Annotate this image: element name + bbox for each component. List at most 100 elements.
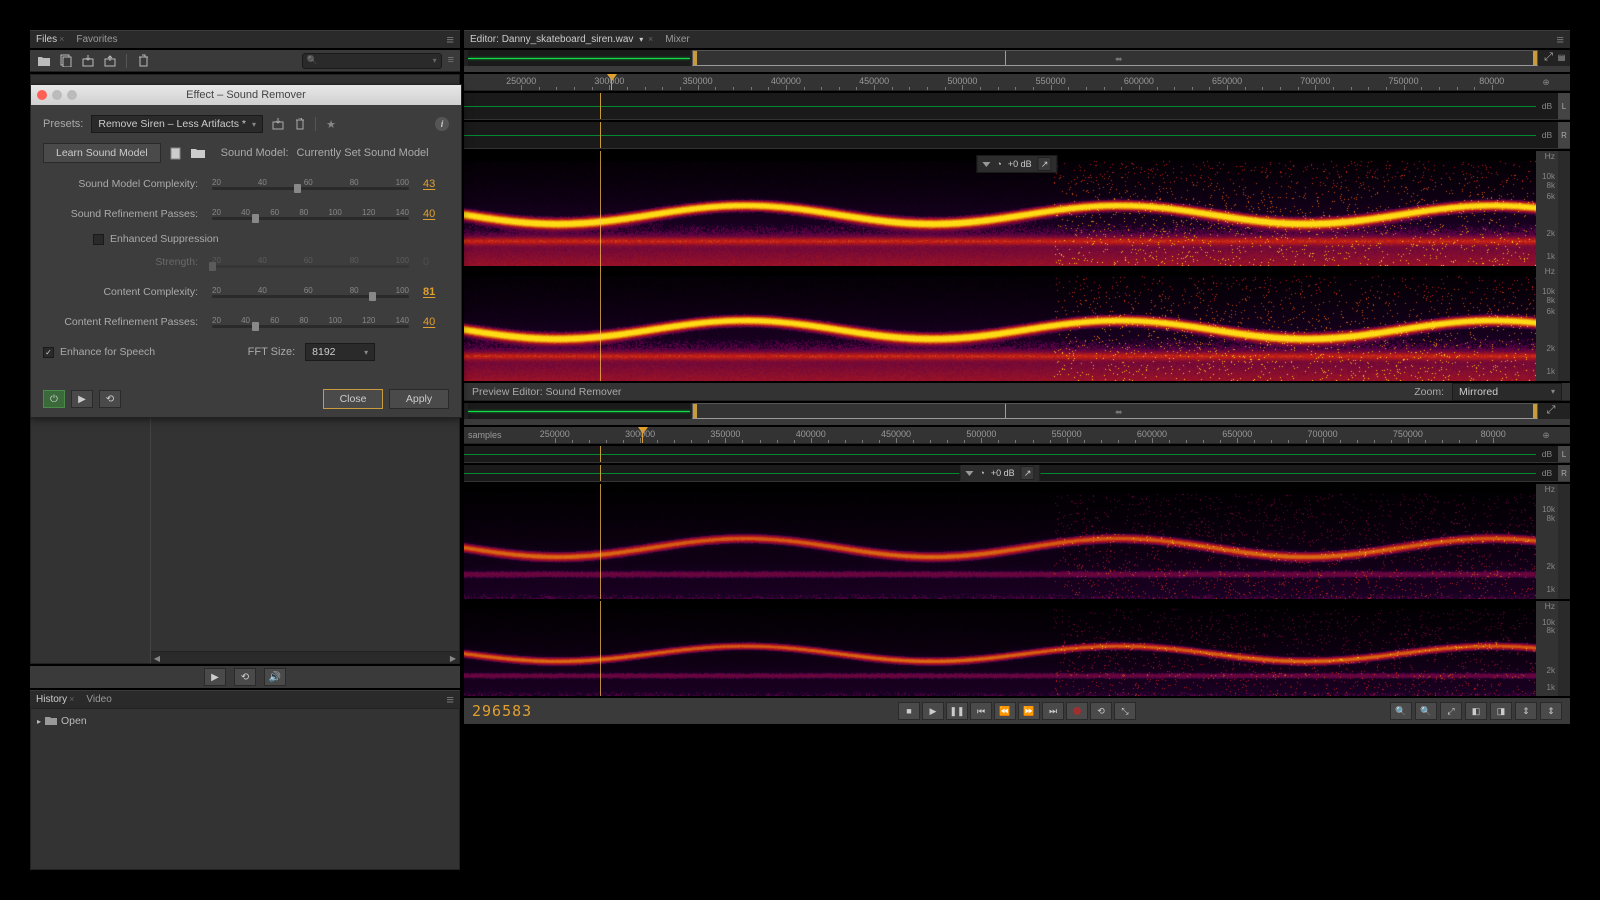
- filter-menu-icon[interactable]: ≡: [448, 54, 454, 67]
- editor-toolbar: ⬌ ⤢ ▤: [464, 50, 1570, 72]
- zoom-sel-icon[interactable]: ◧: [1465, 702, 1487, 720]
- enhanced-suppression-checkbox[interactable]: [93, 234, 104, 245]
- presets-select[interactable]: Remove Siren – Less Artifacts *▾: [91, 115, 263, 133]
- content-slider[interactable]: 20406080100: [208, 286, 413, 298]
- close-window-icon[interactable]: [37, 90, 47, 100]
- search-input[interactable]: ▾: [302, 53, 442, 69]
- open-icon: [45, 716, 57, 726]
- zoom-in-v-icon[interactable]: ⇕: [1515, 702, 1537, 720]
- overview-pre: [468, 403, 690, 419]
- spectrogram-right[interactable]: [464, 266, 1536, 381]
- preview-header: Preview Editor: Sound Remover Zoom: Mirr…: [464, 383, 1570, 401]
- dialog-titlebar[interactable]: Effect – Sound Remover: [31, 85, 461, 105]
- pause-button[interactable]: ❚❚: [946, 702, 968, 720]
- new-file-icon[interactable]: [58, 53, 74, 69]
- refine-slider[interactable]: 20406080100120140: [208, 208, 413, 220]
- tab-video[interactable]: Video: [86, 694, 111, 705]
- panel-menu-icon[interactable]: ≡: [446, 33, 454, 46]
- loop-preview-icon[interactable]: ⟲: [99, 390, 121, 408]
- tab-favorites[interactable]: Favorites: [76, 34, 117, 45]
- info-icon[interactable]: i: [435, 117, 449, 131]
- import-icon[interactable]: [80, 53, 96, 69]
- export-icon[interactable]: [102, 53, 118, 69]
- settings-icon[interactable]: ▤: [1557, 50, 1566, 64]
- hud-toggle-icon[interactable]: [965, 471, 973, 476]
- panel-menu-icon[interactable]: ≡: [446, 693, 454, 706]
- complexity-slider[interactable]: 20406080100: [208, 178, 413, 190]
- rewind-button[interactable]: ⏪: [994, 702, 1016, 720]
- spectrogram-preview-right[interactable]: [464, 601, 1536, 696]
- complexity-value[interactable]: 43: [423, 178, 449, 190]
- sound-remover-dialog: Effect – Sound Remover Presets: Remove S…: [30, 84, 462, 418]
- pin-icon[interactable]: ↗: [1038, 157, 1052, 171]
- ruler-unit-icon[interactable]: ⊕: [1534, 427, 1558, 443]
- zoom-out-v-icon[interactable]: ⇕: [1540, 702, 1562, 720]
- refine-value[interactable]: 40: [423, 208, 449, 220]
- amplitude-track-left: dB L: [464, 93, 1570, 120]
- record-button[interactable]: [1066, 702, 1088, 720]
- zoom-in-h-icon[interactable]: 🔍: [1390, 702, 1412, 720]
- zoom-select[interactable]: Mirrored▾: [1452, 383, 1562, 401]
- maximize-window-icon[interactable]: [67, 90, 77, 100]
- crefine-slider[interactable]: 20406080100120140: [208, 316, 413, 328]
- editor-ruler[interactable]: 2500003000003500004000004500005000005500…: [464, 74, 1570, 91]
- fft-label: FFT Size:: [165, 346, 295, 358]
- forward-button[interactable]: ⏩: [1018, 702, 1040, 720]
- preview-play-button[interactable]: ▶: [71, 390, 93, 408]
- tab-files[interactable]: Files×: [36, 34, 64, 45]
- minimize-window-icon[interactable]: [52, 90, 62, 100]
- play-shortcut-icon[interactable]: ▶: [204, 668, 226, 686]
- zoom-fit-icon[interactable]: ⤢: [1544, 403, 1558, 417]
- zoom-out-h-icon[interactable]: 🔍: [1415, 702, 1437, 720]
- open-folder-icon[interactable]: [36, 53, 52, 69]
- favorite-icon[interactable]: ★: [324, 117, 338, 131]
- enhance-speech-checkbox[interactable]: [43, 347, 54, 358]
- tab-editor[interactable]: Editor: Danny_skateboard_siren.wav ▾ ×: [470, 34, 653, 45]
- fft-select[interactable]: 8192▾: [305, 343, 375, 361]
- panel-menu-icon[interactable]: ≡: [1556, 33, 1564, 46]
- shortcuts-panel: ◀▶: [30, 412, 460, 664]
- overview-range[interactable]: ⬌: [692, 403, 1538, 419]
- loop-shortcut-icon[interactable]: ⟲: [234, 668, 256, 686]
- history-item[interactable]: ▸ Open: [35, 713, 455, 729]
- ruler-unit-icon[interactable]: ⊕: [1534, 74, 1558, 90]
- enhanced-suppression-label: Enhanced Suppression: [110, 233, 219, 245]
- hud-toggle-icon[interactable]: [982, 162, 990, 167]
- zoom-in-point-icon[interactable]: ◨: [1490, 702, 1512, 720]
- shortcuts-toolbar: ▶ ⟲ 🔊: [30, 666, 460, 688]
- amplitude-preview-left: dB L: [464, 446, 1570, 463]
- stop-button[interactable]: ■: [898, 702, 920, 720]
- loop-button[interactable]: ⟲: [1090, 702, 1112, 720]
- freq-scale: Hz 10k 8k 6k 2k 1k: [1536, 266, 1558, 381]
- preview-ruler[interactable]: samples 25000030000035000040000045000050…: [464, 427, 1570, 444]
- save-preset-icon[interactable]: [271, 117, 285, 131]
- history-list: ▸ Open: [30, 708, 460, 870]
- tab-mixer[interactable]: Mixer: [665, 34, 689, 45]
- play-button[interactable]: ▶: [922, 702, 944, 720]
- load-model-icon[interactable]: [191, 146, 205, 160]
- close-button[interactable]: Close: [323, 389, 383, 409]
- new-model-icon[interactable]: [169, 146, 183, 160]
- tab-history[interactable]: History×: [36, 694, 74, 705]
- content-value[interactable]: 81: [423, 286, 449, 298]
- speaker-icon[interactable]: 🔊: [264, 668, 286, 686]
- amplitude-preview-right: ◔ +0 dB ↗ dB R: [464, 465, 1570, 482]
- overview-range[interactable]: ⬌: [692, 50, 1538, 66]
- h-scrollbar[interactable]: ◀▶: [151, 651, 459, 663]
- delete-preset-icon[interactable]: [293, 117, 307, 131]
- spectrogram-preview-left[interactable]: [464, 484, 1536, 599]
- zoom-full-icon[interactable]: ⤢: [1440, 702, 1462, 720]
- skip-selection-button[interactable]: ⤡: [1114, 702, 1136, 720]
- skip-end-button[interactable]: ⏭: [1042, 702, 1064, 720]
- strength-slider: 20406080100: [208, 256, 413, 268]
- delete-icon[interactable]: [135, 53, 151, 69]
- learn-sound-model-button[interactable]: Learn Sound Model: [43, 143, 161, 163]
- hud-bar[interactable]: ◔ +0 dB ↗: [976, 155, 1057, 173]
- zoom-fit-icon[interactable]: ⤢: [1544, 50, 1553, 64]
- pin-icon[interactable]: ↗: [1021, 466, 1035, 480]
- hud-bar[interactable]: ◔ +0 dB ↗: [959, 465, 1040, 481]
- apply-button[interactable]: Apply: [389, 389, 449, 409]
- crefine-value[interactable]: 40: [423, 316, 449, 328]
- skip-start-button[interactable]: ⏮: [970, 702, 992, 720]
- power-toggle-icon[interactable]: ⏻: [43, 390, 65, 408]
